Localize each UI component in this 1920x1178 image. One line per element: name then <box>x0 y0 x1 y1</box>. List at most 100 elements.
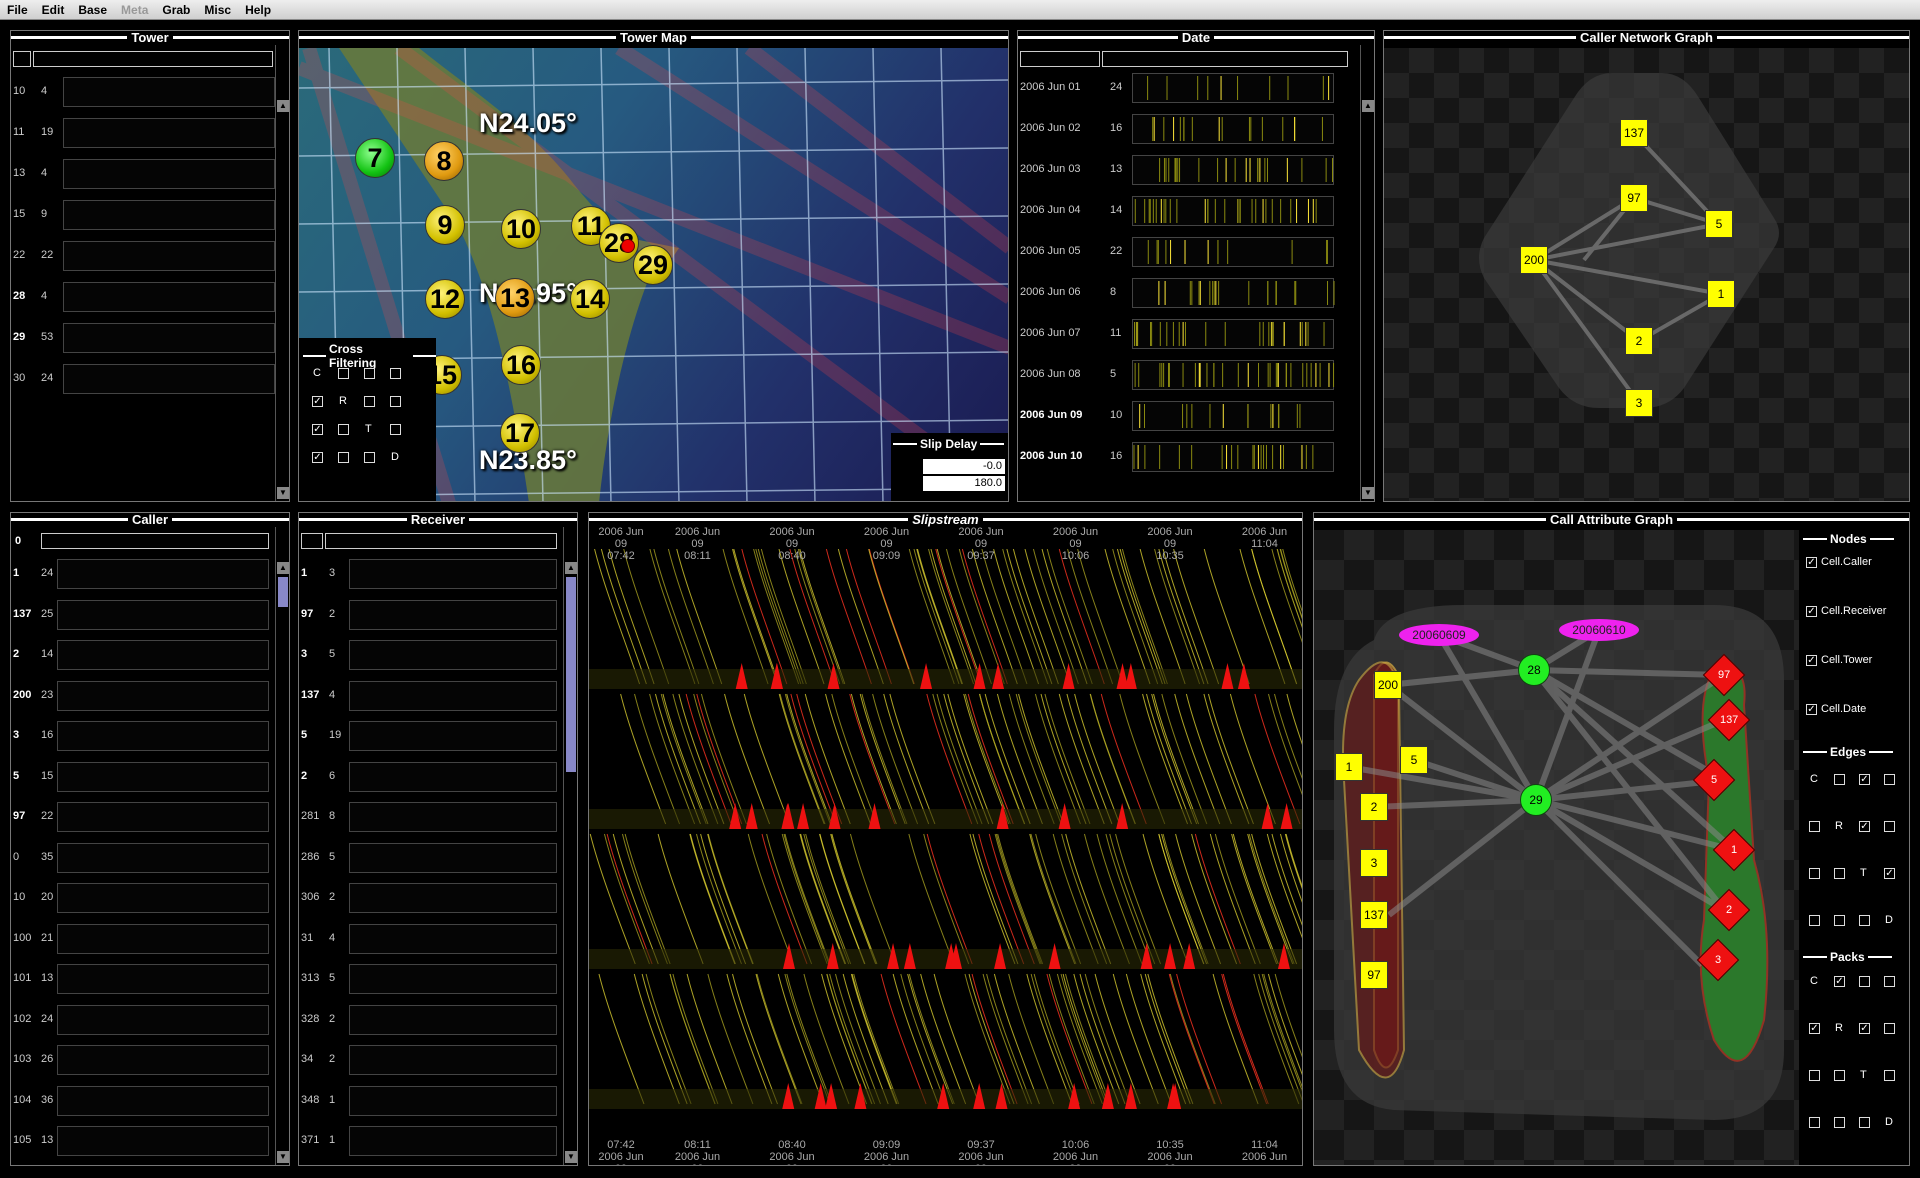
pack-checkbox[interactable] <box>1834 1117 1845 1128</box>
tower-node[interactable]: 16 <box>501 345 541 385</box>
caller-node[interactable]: 137 <box>1620 119 1648 147</box>
pack-checkbox[interactable] <box>1834 1070 1845 1081</box>
call-attribute-canvas[interactable]: 20060609 20060610 28 29 200 1 5 2 3 137 97 97 137 5 1 2… <box>1314 530 1799 1166</box>
cross-filter-checkbox[interactable] <box>390 396 401 407</box>
edge-checkbox[interactable] <box>1884 774 1895 785</box>
caller-node[interactable]: 2 <box>1625 327 1653 355</box>
pack-checkbox[interactable] <box>1809 1070 1820 1081</box>
receiver-header-filter[interactable] <box>325 533 557 549</box>
slip-delay-max-field[interactable]: 180.0 <box>923 476 1005 491</box>
date-row[interactable]: 2006 Jun 03 13 <box>1018 153 1358 187</box>
date-row[interactable]: 2006 Jun 07 11 <box>1018 317 1358 351</box>
caller-node[interactable]: 2 <box>1360 793 1388 821</box>
tower-row[interactable]: 15 9 <box>11 198 273 232</box>
tower-node[interactable]: 17 <box>500 413 540 453</box>
receiver-row[interactable]: 306 2 <box>299 881 561 915</box>
date-row[interactable]: 2006 Jun 02 16 <box>1018 112 1358 146</box>
cross-filter-checkbox[interactable]: ✓ <box>312 424 323 435</box>
cross-filter-checkbox[interactable] <box>338 424 349 435</box>
receiver-row[interactable]: 313 5 <box>299 962 561 996</box>
tower-node[interactable]: 7 <box>355 138 395 178</box>
node-type-checkbox[interactable]: ✓ <box>1806 557 1817 568</box>
node-type-checkbox[interactable]: ✓ <box>1806 704 1817 715</box>
date-node[interactable]: 20060609 <box>1399 624 1479 646</box>
edge-checkbox[interactable] <box>1859 915 1870 926</box>
edge-checkbox[interactable] <box>1809 915 1820 926</box>
caller-scrollbar[interactable]: ▲ ▼ <box>275 527 289 1165</box>
caller-row[interactable]: 5 15 <box>11 760 273 794</box>
receiver-row[interactable]: 97 2 <box>299 598 561 632</box>
pack-checkbox[interactable] <box>1809 1117 1820 1128</box>
edge-checkbox[interactable] <box>1809 821 1820 832</box>
receiver-row[interactable]: 13 <box>299 557 561 591</box>
menu-grab[interactable]: Grab <box>155 3 197 17</box>
caller-node[interactable]: 1 <box>1335 753 1363 781</box>
tower-header-key[interactable] <box>13 51 31 67</box>
tower-node[interactable]: 12 <box>425 279 465 319</box>
caller-node[interactable]: 3 <box>1625 389 1653 417</box>
cross-filter-checkbox[interactable] <box>364 396 375 407</box>
receiver-row[interactable]: 371 1 <box>299 1124 561 1158</box>
receiver-row[interactable]: 26 <box>299 760 561 794</box>
date-row[interactable]: 2006 Jun 06 8 <box>1018 276 1358 310</box>
receiver-header-key[interactable] <box>301 533 323 549</box>
pack-checkbox[interactable] <box>1884 1023 1895 1034</box>
caller-node[interactable]: 5 <box>1705 210 1733 238</box>
tower-row[interactable]: 30 24 <box>11 362 273 396</box>
tower-node[interactable]: 28 <box>1518 654 1550 686</box>
edge-checkbox[interactable] <box>1834 774 1845 785</box>
caller-row[interactable]: 97 22 <box>11 800 273 834</box>
node-type-checkbox[interactable]: ✓ <box>1806 655 1817 666</box>
caller-header-key[interactable]: 0 <box>15 535 21 547</box>
date-header-key[interactable] <box>1020 51 1100 67</box>
caller-row[interactable]: 0 35 <box>11 841 273 875</box>
caller-network-canvas[interactable]: 137 97 5 200 1 2 3 <box>1384 48 1910 502</box>
caller-row[interactable]: 200 23 <box>11 679 273 713</box>
receiver-row[interactable]: 328 2 <box>299 1003 561 1037</box>
tower-row[interactable]: 11 19 <box>11 116 273 150</box>
tower-node[interactable]: 8 <box>424 141 464 181</box>
tower-node[interactable]: 13 <box>495 278 535 318</box>
node-type-checkbox[interactable]: ✓ <box>1806 606 1817 617</box>
tower-node[interactable]: 9 <box>425 205 465 245</box>
edge-checkbox[interactable] <box>1834 915 1845 926</box>
date-row[interactable]: 2006 Jun 04 14 <box>1018 194 1358 228</box>
caller-node[interactable]: 1 <box>1707 280 1735 308</box>
date-row[interactable]: 2006 Jun 09 10 <box>1018 399 1358 433</box>
pack-checkbox[interactable] <box>1884 976 1895 987</box>
menu-edit[interactable]: Edit <box>35 3 72 17</box>
pack-checkbox[interactable] <box>1884 1070 1895 1081</box>
slipstream-canvas[interactable] <box>589 549 1302 1131</box>
receiver-row[interactable]: 5 19 <box>299 719 561 753</box>
edge-checkbox[interactable]: ✓ <box>1859 821 1870 832</box>
tower-row[interactable]: 28 4 <box>11 280 273 314</box>
cross-filter-checkbox[interactable] <box>390 368 401 379</box>
menu-base[interactable]: Base <box>71 3 114 17</box>
tower-node[interactable]: 29 <box>633 245 673 285</box>
edge-checkbox[interactable] <box>1834 868 1845 879</box>
selected-location-marker[interactable] <box>621 239 635 253</box>
caller-row[interactable]: 1 24 <box>11 557 273 591</box>
cross-filter-checkbox[interactable]: ✓ <box>312 396 323 407</box>
caller-node[interactable]: 97 <box>1620 184 1648 212</box>
pack-checkbox[interactable] <box>1859 1117 1870 1128</box>
date-header-filter[interactable] <box>1102 51 1348 67</box>
edge-checkbox[interactable] <box>1884 821 1895 832</box>
date-row[interactable]: 2006 Jun 01 24 <box>1018 71 1358 105</box>
caller-row[interactable]: 137 25 <box>11 598 273 632</box>
slip-delay-min-field[interactable]: -0.0 <box>923 459 1005 474</box>
cross-filter-checkbox[interactable] <box>390 424 401 435</box>
receiver-row[interactable]: 31 4 <box>299 922 561 956</box>
date-row[interactable]: 2006 Jun 08 5 <box>1018 358 1358 392</box>
tower-node[interactable]: 14 <box>570 279 610 319</box>
date-row[interactable]: 2006 Jun 05 22 <box>1018 235 1358 269</box>
cross-filter-checkbox[interactable] <box>364 368 375 379</box>
caller-node[interactable]: 97 <box>1360 961 1388 989</box>
caller-node[interactable]: 3 <box>1360 849 1388 877</box>
menu-meta[interactable]: Meta <box>114 3 155 17</box>
pack-checkbox[interactable]: ✓ <box>1859 1023 1870 1034</box>
menu-help[interactable]: Help <box>238 3 278 17</box>
tower-scrollbar[interactable]: ▲ ▼ <box>275 45 289 501</box>
receiver-row[interactable]: 286 5 <box>299 841 561 875</box>
menu-misc[interactable]: Misc <box>197 3 238 17</box>
